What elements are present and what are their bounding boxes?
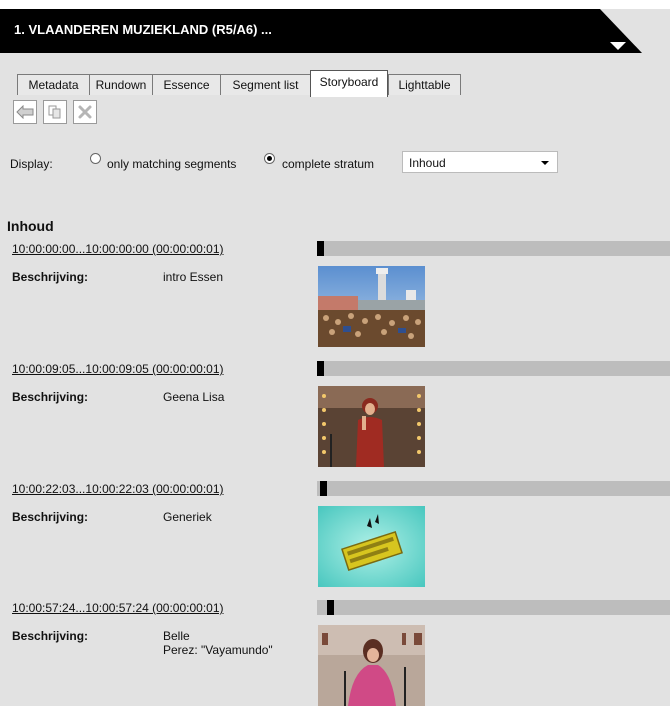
radio-complete-stratum[interactable] [264,153,275,164]
description-value: intro Essen [163,270,224,284]
window-title: 1. VLAANDEREN MUZIEKLAND (R5/A6) ... [14,22,272,37]
segment-timeline-track [317,241,670,256]
keyframe-thumbnail[interactable] [318,266,425,347]
tab-lighttable[interactable]: Lighttable [388,74,461,95]
segment-timecode-link[interactable]: 10:00:22:03...10:00:22:03 (00:00:00:01) [12,482,224,496]
stratum-select-value: Inhoud [409,156,446,170]
tab-metadata[interactable]: Metadata [17,74,90,95]
top-strip [0,0,670,9]
segment-timeline-marker [320,481,327,496]
back-arrow-icon [16,105,34,119]
segment-timecode-link[interactable]: 10:00:09:05...10:00:09:05 (00:00:00:01) [12,362,224,376]
description-value: Generiek [163,510,212,524]
display-label: Display: [10,157,53,171]
tab-essence[interactable]: Essence [152,74,221,95]
segment-timeline-track [317,481,670,496]
segment-timecode-link[interactable]: 10:00:57:24...10:00:57:24 (00:00:00:01) [12,601,224,615]
segment-timeline-marker [317,241,324,256]
description-line: Belle [163,629,190,643]
section-title: Inhoud [7,218,54,234]
description-label: Beschrijving: [12,270,89,284]
description-value: Geena Lisa [163,390,225,404]
window-titlebar: 1. VLAANDEREN MUZIEKLAND (R5/A6) ... [0,9,670,53]
segment-timeline-marker [317,361,324,376]
tab-segment-list[interactable]: Segment list [220,74,311,95]
keyframe-thumbnail[interactable] [318,386,425,467]
description-label: Beschrijving: [12,510,89,524]
copy-button[interactable] [43,100,67,124]
show-logo-thumbnail-image [318,506,425,587]
concert-crowd-thumbnail-image [318,266,425,347]
back-button[interactable] [13,100,37,124]
radio-complete-stratum-label: complete stratum [282,157,375,171]
description-label: Beschrijving: [12,390,89,404]
radio-only-matching[interactable] [90,153,101,164]
stratum-select[interactable]: Inhoud [402,151,558,173]
copy-icon [48,105,61,119]
segment-timeline-track [317,600,670,615]
tab-rundown[interactable]: Rundown [89,74,153,95]
keyframe-thumbnail[interactable] [318,625,425,706]
description-line: Perez: "Vayamundo" [163,643,273,657]
delete-button[interactable] [73,100,97,124]
description-label: Beschrijving: [12,629,89,643]
chevron-down-icon [541,161,549,165]
radio-only-matching-label: only matching segments [107,157,237,171]
segment-timecode-link[interactable]: 10:00:00:00...10:00:00:00 (00:00:00:01) [12,242,224,256]
singer-stage-thumbnail-image [318,386,425,467]
keyframe-thumbnail[interactable] [318,506,425,587]
segment-timeline-marker [327,600,334,615]
description-value: Belle Perez: "Vayamundo" [163,629,273,657]
collapse-caret-icon[interactable] [610,42,626,50]
tab-storyboard[interactable]: Storyboard [310,70,388,97]
delete-icon [78,105,92,119]
performer-thumbnail-image [318,625,425,706]
segment-timeline-track [317,361,670,376]
